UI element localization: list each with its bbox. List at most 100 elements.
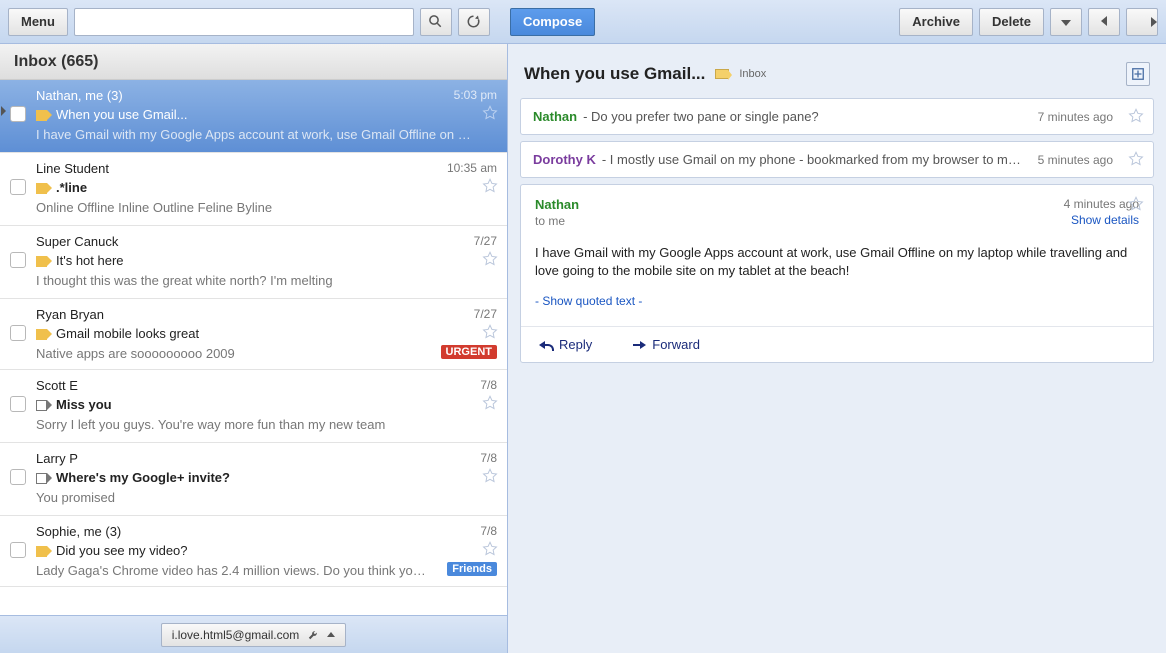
forward-button[interactable]: Forward — [632, 337, 700, 352]
message-time: 5:03 pm — [454, 88, 497, 102]
right-toolbar-group: Archive Delete — [899, 8, 1158, 36]
thread-message-collapsed[interactable]: Nathan - Do you prefer two pane or singl… — [520, 98, 1154, 135]
compose-button[interactable]: Compose — [510, 8, 595, 36]
message-time: 7/27 — [474, 234, 497, 248]
expand-all-button[interactable] — [1126, 62, 1150, 86]
message-checkbox[interactable] — [10, 396, 26, 412]
more-actions-button[interactable] — [1050, 8, 1082, 36]
message-actions: Reply Forward — [521, 326, 1153, 362]
sender-name: Nathan — [533, 109, 577, 124]
expand-icon — [1131, 67, 1145, 81]
message-subject: Where's my Google+ invite? — [36, 470, 497, 485]
star-icon[interactable] — [1127, 195, 1145, 213]
message-preview: - Do you prefer two pane or single pane? — [583, 109, 1024, 124]
message-row[interactable]: Line Student10:35 am .*lineOnline Offlin… — [0, 153, 507, 226]
message-row[interactable]: Sophie, me (3)7/8 Did you see my video?L… — [0, 516, 507, 587]
priority-marker-icon — [36, 183, 52, 194]
chevron-left-icon — [1101, 14, 1107, 29]
priority-marker-icon — [36, 256, 52, 267]
message-checkbox[interactable] — [10, 252, 26, 268]
delete-button[interactable]: Delete — [979, 8, 1044, 36]
message-tag[interactable]: Friends — [447, 562, 497, 576]
message-checkbox[interactable] — [10, 106, 26, 122]
message-subject: Miss you — [36, 397, 497, 412]
star-icon[interactable] — [481, 540, 499, 558]
caret-icon — [1, 106, 6, 116]
star-icon[interactable] — [481, 250, 499, 268]
star-icon[interactable] — [481, 104, 499, 122]
message-from: Line Student — [36, 161, 497, 176]
message-checkbox[interactable] — [10, 325, 26, 341]
message-subject: When you use Gmail... — [36, 107, 497, 122]
message-preview: - I mostly use Gmail on my phone - bookm… — [602, 152, 1024, 167]
message-time: 7/27 — [474, 307, 497, 321]
refresh-icon — [466, 14, 481, 29]
message-subject: It's hot here — [36, 253, 497, 268]
message-from: Super Canuck — [36, 234, 497, 249]
message-time: 7/8 — [480, 524, 497, 538]
refresh-button[interactable] — [458, 8, 490, 36]
label-icon — [715, 69, 729, 79]
star-icon[interactable] — [481, 323, 499, 341]
archive-button[interactable]: Archive — [899, 8, 973, 36]
message-checkbox[interactable] — [10, 542, 26, 558]
show-details-link[interactable]: Show details — [1064, 213, 1139, 227]
show-quoted-link[interactable]: - Show quoted text - — [535, 294, 1139, 308]
message-list[interactable]: Nathan, me (3)5:03 pm When you use Gmail… — [0, 80, 507, 615]
sender-name: Nathan — [535, 197, 579, 212]
account-switcher[interactable]: i.love.html5@gmail.com — [161, 623, 347, 647]
star-icon[interactable] — [1127, 107, 1145, 125]
next-button[interactable] — [1126, 8, 1158, 36]
priority-marker-icon — [36, 546, 52, 557]
message-snippet: Sorry I left you guys. You're way more f… — [36, 417, 497, 432]
triangle-up-icon — [327, 632, 335, 637]
search-icon — [428, 14, 443, 29]
sender-name: Dorothy K — [533, 152, 596, 167]
thread-title: When you use Gmail... — [524, 64, 705, 84]
message-snippet: You promised — [36, 490, 497, 505]
reply-button[interactable]: Reply — [539, 337, 592, 352]
message-row[interactable]: Nathan, me (3)5:03 pm When you use Gmail… — [0, 80, 507, 153]
message-body: I have Gmail with my Google Apps account… — [535, 244, 1139, 280]
thread-header: When you use Gmail... Inbox — [508, 44, 1166, 98]
message-from: Nathan, me (3) — [36, 88, 497, 103]
left-toolbar-group: Menu — [8, 8, 490, 36]
message-from: Scott E — [36, 378, 497, 393]
menu-button[interactable]: Menu — [8, 8, 68, 36]
message-row[interactable]: Scott E7/8 Miss youSorry I left you guys… — [0, 370, 507, 443]
message-from: Sophie, me (3) — [36, 524, 497, 539]
bottom-bar: i.love.html5@gmail.com — [0, 615, 507, 653]
message-snippet: Online Offline Inline Outline Feline Byl… — [36, 200, 497, 215]
mailbox-pane: Inbox (665) Nathan, me (3)5:03 pm When y… — [0, 44, 508, 653]
inbox-header[interactable]: Inbox (665) — [0, 44, 507, 80]
star-icon[interactable] — [481, 177, 499, 195]
search-input[interactable] — [74, 8, 414, 36]
message-row[interactable]: Super Canuck7/27 It's hot hereI thought … — [0, 226, 507, 299]
top-toolbar: Menu Compose Archive Delete — [0, 0, 1166, 44]
message-age: 7 minutes ago — [1038, 110, 1113, 124]
message-subject: .*line — [36, 180, 497, 195]
priority-marker-icon — [36, 400, 52, 411]
search-button[interactable] — [420, 8, 452, 36]
thread-label[interactable]: Inbox — [739, 68, 766, 80]
message-from: Ryan Bryan — [36, 307, 497, 322]
thread-message-collapsed[interactable]: Dorothy K - I mostly use Gmail on my pho… — [520, 141, 1154, 178]
chevron-right-icon — [1151, 17, 1157, 27]
wrench-icon — [307, 629, 319, 641]
prev-button[interactable] — [1088, 8, 1120, 36]
reply-icon — [539, 340, 553, 350]
message-row[interactable]: Ryan Bryan7/27 Gmail mobile looks greatN… — [0, 299, 507, 370]
message-age: 5 minutes ago — [1038, 153, 1113, 167]
star-icon[interactable] — [481, 467, 499, 485]
forward-icon — [632, 340, 646, 350]
message-checkbox[interactable] — [10, 469, 26, 485]
star-icon[interactable] — [481, 394, 499, 412]
message-row[interactable]: Larry P7/8 Where's my Google+ invite?You… — [0, 443, 507, 516]
priority-marker-icon — [36, 329, 52, 340]
reading-pane: When you use Gmail... Inbox Nathan - Do … — [508, 44, 1166, 653]
message-tag[interactable]: URGENT — [441, 345, 497, 359]
account-email: i.love.html5@gmail.com — [172, 628, 300, 642]
recipient-line: to me — [535, 214, 579, 228]
message-checkbox[interactable] — [10, 179, 26, 195]
star-icon[interactable] — [1127, 150, 1145, 168]
